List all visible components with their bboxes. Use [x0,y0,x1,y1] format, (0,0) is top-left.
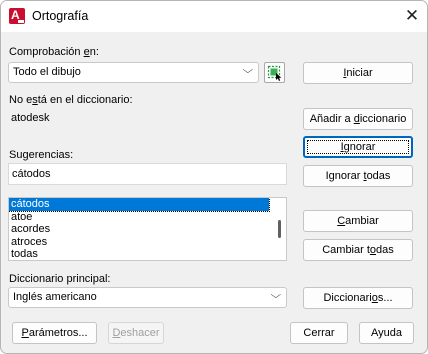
ignore-button[interactable]: Ignorar [303,136,413,158]
help-button[interactable]: Ayuda [359,322,414,344]
change-all-button[interactable]: Cambiar todas [303,239,413,261]
check-in-label: Comprobación en: [9,46,99,58]
main-dictionary-value: Inglés americano [13,291,97,303]
parameters-button[interactable]: Parámetros... [12,322,97,344]
spelling-dialog: A Ortografía ✕ Comprobación en: Todo el … [0,0,428,354]
not-in-dictionary-field: atodesk [8,108,287,130]
suggestion-input[interactable]: cátodos [8,163,287,185]
suggestion-item-1[interactable]: atoe [9,211,286,224]
suggestions-list[interactable]: cátodos atoe acordes atroces todas [8,197,287,261]
add-to-dictionary-button[interactable]: Añadir a diccionario [303,108,413,130]
autocad-app-icon: A [9,8,25,24]
close-icon[interactable]: ✕ [400,5,424,27]
chevron-down-icon: ⌵ [270,290,282,301]
check-in-select[interactable]: Todo el dibujo ⌵ [8,62,259,83]
title-bar: A Ortografía ✕ [1,1,427,32]
change-button[interactable]: Cambiar [303,210,413,232]
close-button[interactable]: Cerrar [290,322,348,344]
main-dictionary-label: Diccionario principal: [9,273,111,285]
suggestions-label: Sugerencias: [9,149,74,161]
scrollbar-thumb[interactable] [278,220,281,238]
select-objects-icon [267,65,282,81]
undo-button[interactable]: Deshacer [108,322,164,344]
select-objects-button[interactable] [264,62,285,83]
misspelled-word: atodesk [11,112,50,124]
suggestion-value: cátodos [12,168,51,180]
suggestion-item-2[interactable]: acordes [9,223,286,236]
not-in-dictionary-label: No está en el diccionario: [9,94,133,106]
window-title: Ortografía [32,9,89,23]
suggestion-item-4[interactable]: todas [9,248,286,260]
main-dictionary-select[interactable]: Inglés americano ⌵ [8,287,287,308]
ignore-all-button[interactable]: Ignorar todas [303,165,413,187]
suggestion-item-0[interactable]: cátodos [9,198,270,212]
chevron-down-icon: ⌵ [242,65,254,76]
suggestion-item-3[interactable]: atroces [9,236,286,249]
suggestions-scrollbar[interactable] [274,198,286,260]
check-in-value: Todo el dibujo [13,66,81,78]
start-button[interactable]: Iniciar [303,62,413,84]
dictionaries-button[interactable]: Diccionarios... [303,287,413,309]
